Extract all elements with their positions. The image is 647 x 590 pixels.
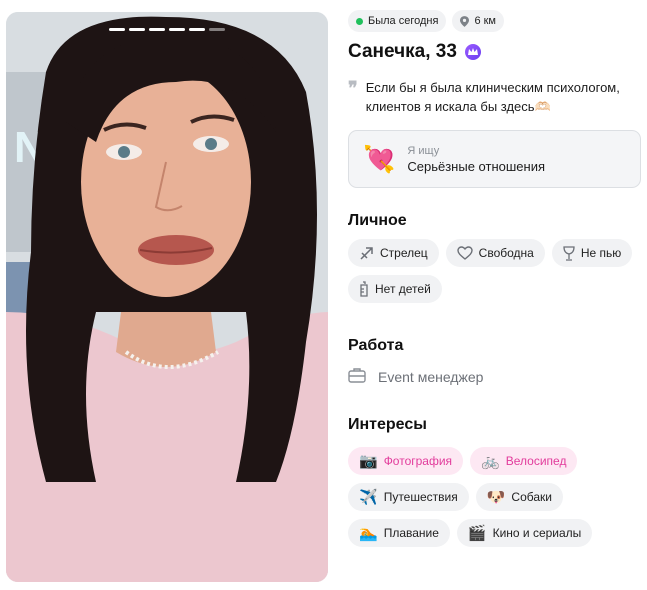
chip-label: Путешествия [383, 490, 458, 504]
chip-kids: Нет детей [348, 275, 442, 303]
interest-chip-travel[interactable]: ✈️ Путешествия [348, 483, 469, 511]
interest-chip-dogs[interactable]: 🐶 Собаки [475, 483, 563, 511]
chip-label: Плавание [383, 526, 439, 540]
interest-chip-cycling[interactable]: 🚲 Велосипед [470, 447, 578, 475]
work-title: Работа [348, 337, 404, 354]
online-badge: Была сегодня [348, 10, 447, 32]
progress-segment [209, 28, 225, 31]
about-quote: ❞ Если бы я была клиническим психологом,… [348, 78, 643, 116]
interest-chips: 📷 Фотография 🚲 Велосипед ✈️ Путешествия … [348, 447, 643, 547]
clapperboard-icon: 🎬 [467, 524, 487, 542]
personal-title: Личное [348, 212, 407, 229]
dog-icon: 🐶 [486, 488, 506, 506]
profile-info: Была сегодня 6 км Санечка, 33 ❞ Если бы … [348, 10, 643, 547]
progress-segment [149, 28, 165, 31]
status-badges: Была сегодня 6 км [348, 10, 643, 32]
chip-label: Стрелец [380, 246, 428, 260]
sagittarius-icon [359, 246, 374, 261]
camera-icon: 📷 [359, 452, 378, 470]
interest-chip-movies[interactable]: 🎬 Кино и сериалы [456, 519, 593, 547]
looking-for-value: Серьёзные отношения [407, 158, 545, 174]
profile-name: Санечка, 33 [348, 41, 457, 62]
portrait-image: N! [6, 12, 328, 582]
online-dot-icon [356, 17, 363, 25]
progress-segment [109, 28, 125, 31]
heart-outline-icon [456, 246, 473, 260]
airplane-icon: ✈️ [359, 488, 378, 506]
looking-for-card: 💘 Я ищу Серьёзные отношения [348, 130, 641, 188]
chip-label: Велосипед [505, 454, 567, 468]
chip-label: Собаки [511, 490, 552, 504]
wine-glass-icon [563, 245, 575, 261]
chip-label: Фотография [383, 454, 453, 468]
chip-label: Свободна [478, 246, 534, 260]
profile-photo[interactable]: N! [6, 12, 328, 582]
distance-badge: 6 км [452, 10, 504, 32]
distance-value: 6 км [474, 15, 496, 27]
interest-chip-photography[interactable]: 📷 Фотография [348, 447, 464, 475]
photo-progress [109, 28, 225, 31]
progress-segment [189, 28, 205, 31]
personal-chips: Стрелец Свободна Не пью Нет детей [348, 239, 643, 303]
chip-relationship: Свободна [445, 239, 545, 267]
about-text: Если бы я была клиническим психологом, к… [365, 80, 620, 114]
online-status: Была сегодня [368, 15, 439, 27]
quote-icon: ❞ [348, 78, 358, 98]
briefcase-icon [348, 367, 366, 386]
job-value: Event менеджер [378, 368, 484, 385]
chip-zodiac: Стрелец [348, 239, 439, 267]
chip-label: Нет детей [375, 282, 431, 296]
chip-label: Кино и сериалы [492, 526, 582, 540]
chip-alcohol: Не пью [551, 239, 633, 267]
bicycle-icon: 🚲 [481, 452, 500, 470]
premium-crown-icon [464, 44, 481, 60]
chip-label: Не пью [580, 246, 622, 260]
looking-for-label: Я ищу [407, 144, 440, 157]
location-pin-icon [460, 15, 470, 27]
swimmer-icon: 🏊 [359, 524, 378, 542]
interests-title: Интересы [348, 416, 427, 433]
progress-segment [129, 28, 145, 31]
interest-chip-swimming[interactable]: 🏊 Плавание [348, 519, 450, 547]
heart-arrow-icon: 💘 [363, 144, 396, 174]
job-row: Event менеджер [348, 367, 643, 386]
baby-bottle-icon [359, 281, 369, 297]
name-row: Санечка, 33 [348, 41, 643, 63]
progress-segment [169, 28, 185, 31]
